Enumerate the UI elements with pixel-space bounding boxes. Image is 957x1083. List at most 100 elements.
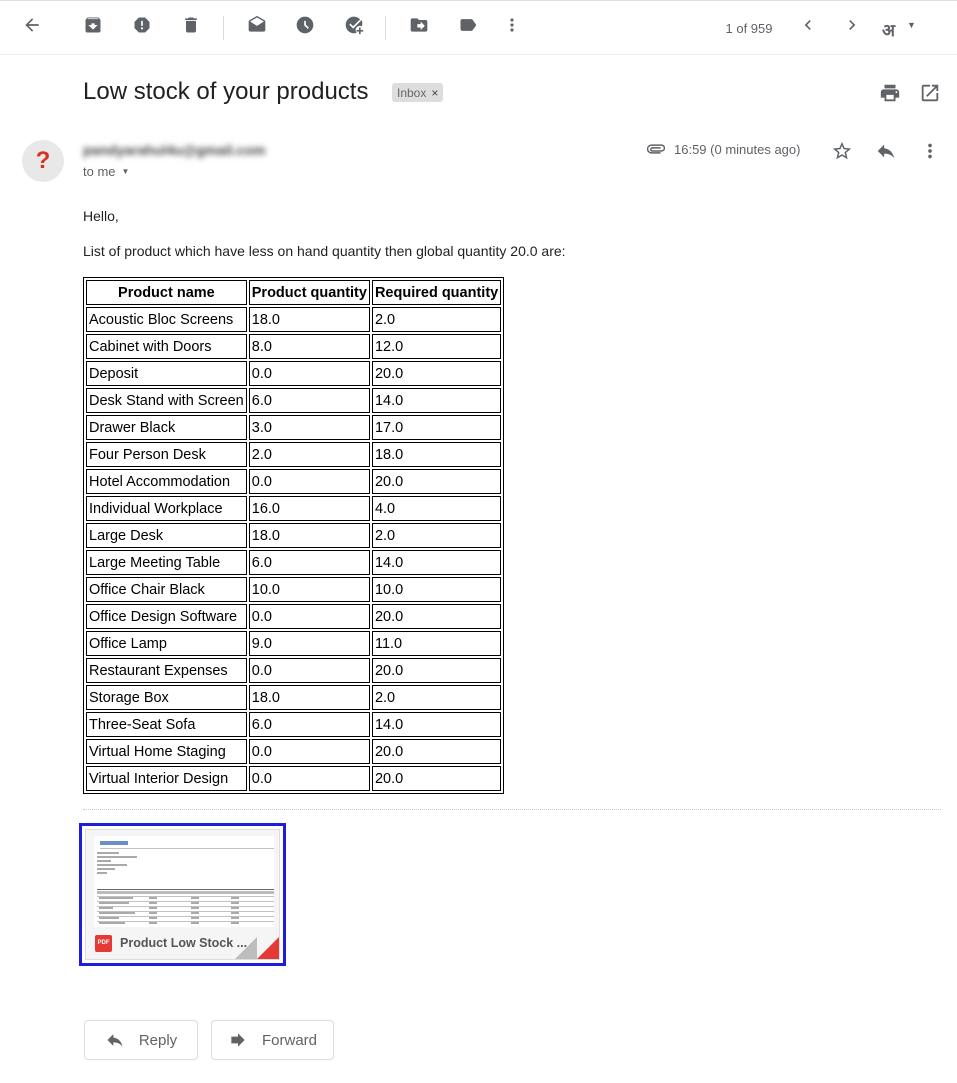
cell-product-quantity: 6.0 <box>248 550 370 575</box>
cell-required-quantity: 20.0 <box>371 469 502 494</box>
attachment-clip-icon <box>645 142 667 156</box>
move-to-icon[interactable] <box>405 11 433 39</box>
delete-icon[interactable] <box>177 11 205 39</box>
avatar[interactable]: ? <box>22 140 64 182</box>
unknown-sender-icon: ? <box>35 147 51 174</box>
cell-product-name: Three-Seat Sofa <box>86 712 247 737</box>
cell-required-quantity: 20.0 <box>371 604 502 629</box>
cell-product-quantity: 0.0 <box>248 739 370 764</box>
label-text: Inbox <box>397 85 427 100</box>
chevron-right-icon[interactable] <box>838 11 866 39</box>
reply-button[interactable]: Reply <box>84 1020 198 1060</box>
cell-product-quantity: 18.0 <box>248 523 370 548</box>
cell-product-quantity: 9.0 <box>248 631 370 656</box>
toolbar-separator <box>223 16 224 40</box>
table-row: Hotel Accommodation 0.0 20.0 <box>86 469 502 494</box>
email-subject: Low stock of your products <box>83 78 369 105</box>
table-row: Restaurant Expenses 0.0 20.0 <box>86 658 502 683</box>
cell-product-name: Hotel Accommodation <box>86 469 247 494</box>
pager-count: 1 of 959 <box>725 21 773 36</box>
table-row: Virtual Home Staging 0.0 20.0 <box>86 739 502 764</box>
reply-icon <box>107 1034 123 1047</box>
more-vert-icon[interactable] <box>498 11 526 39</box>
cell-required-quantity: 17.0 <box>371 415 502 440</box>
cell-product-quantity: 6.0 <box>248 712 370 737</box>
caret-down-icon: ▼ <box>121 167 130 176</box>
cell-required-quantity: 20.0 <box>371 739 502 764</box>
cell-product-name: Cabinet with Doors <box>86 334 247 359</box>
back-arrow-icon[interactable] <box>18 11 46 39</box>
cell-product-name: Office Design Software <box>86 604 247 629</box>
cell-product-name: Desk Stand with Screen <box>86 388 247 413</box>
attachment-thumbnail: PDF Product Low Stock ... <box>85 829 280 960</box>
archive-icon[interactable] <box>79 11 107 39</box>
cell-product-name: Office Chair Black <box>86 577 247 602</box>
cell-required-quantity: 11.0 <box>371 631 502 656</box>
cell-required-quantity: 4.0 <box>371 496 502 521</box>
cell-required-quantity: 10.0 <box>371 577 502 602</box>
pdf-corner-icon <box>257 937 279 959</box>
table-row: Four Person Desk 2.0 18.0 <box>86 442 502 467</box>
cell-required-quantity: 2.0 <box>371 523 502 548</box>
sender-email[interactable]: pandyarahul4u@gmail.com <box>83 142 265 158</box>
cell-required-quantity: 20.0 <box>371 361 502 386</box>
header-product-name: Product name <box>86 280 247 305</box>
table-row: Drawer Black 3.0 17.0 <box>86 415 502 440</box>
add-task-icon[interactable] <box>340 11 368 39</box>
cell-product-name: Virtual Interior Design <box>86 766 247 791</box>
cell-product-name: Large Desk <box>86 523 247 548</box>
attachments-divider <box>83 809 941 810</box>
inbox-label-chip: Inbox × <box>392 83 444 102</box>
pdf-preview-image <box>94 836 274 936</box>
table-row: Office Design Software 0.0 20.0 <box>86 604 502 629</box>
cell-product-name: Office Lamp <box>86 631 247 656</box>
recipients-toggle[interactable]: to me ▼ <box>83 164 129 179</box>
print-icon[interactable] <box>879 82 901 104</box>
cell-product-quantity: 3.0 <box>248 415 370 440</box>
star-icon[interactable] <box>830 139 854 163</box>
report-spam-icon[interactable] <box>128 11 156 39</box>
table-row: Large Desk 18.0 2.0 <box>86 523 502 548</box>
cell-product-quantity: 8.0 <box>248 334 370 359</box>
forward-button[interactable]: Forward <box>211 1020 334 1060</box>
cell-product-name: Drawer Black <box>86 415 247 440</box>
cell-product-quantity: 6.0 <box>248 388 370 413</box>
remove-label-icon[interactable]: × <box>431 86 438 100</box>
cell-product-quantity: 0.0 <box>248 766 370 791</box>
table-row: Office Chair Black 10.0 10.0 <box>86 577 502 602</box>
cell-required-quantity: 14.0 <box>371 550 502 575</box>
forward-label: Forward <box>261 1031 317 1049</box>
timestamp: 16:59 (0 minutes ago) <box>674 142 801 157</box>
caret-down-icon[interactable]: ▼ <box>907 20 916 30</box>
table-row: Deposit 0.0 20.0 <box>86 361 502 386</box>
snooze-clock-icon[interactable] <box>291 11 319 39</box>
table-row: Virtual Interior Design 0.0 20.0 <box>86 766 502 791</box>
cell-required-quantity: 2.0 <box>371 685 502 710</box>
label-icon[interactable] <box>454 11 482 39</box>
chevron-left-icon[interactable] <box>794 11 822 39</box>
low-stock-table: Product name Product quantity Required q… <box>83 277 505 794</box>
attachment-filename: Product Low Stock ... <box>120 936 248 950</box>
pdf-attachment-card[interactable]: PDF Product Low Stock ... <box>79 823 286 966</box>
cell-product-name: Individual Workplace <box>86 496 247 521</box>
reply-icon[interactable] <box>874 139 898 163</box>
to-me-text: to me <box>83 164 116 179</box>
cell-required-quantity: 14.0 <box>371 712 502 737</box>
open-new-window-icon[interactable] <box>919 82 941 104</box>
cell-required-quantity: 18.0 <box>371 442 502 467</box>
reply-label: Reply <box>138 1031 178 1049</box>
table-row: Large Meeting Table 6.0 14.0 <box>86 550 502 575</box>
cell-product-name: Large Meeting Table <box>86 550 247 575</box>
input-tools-button[interactable]: अ <box>882 18 895 41</box>
pdf-icon: PDF <box>95 934 112 952</box>
cell-product-quantity: 18.0 <box>248 685 370 710</box>
cell-product-name: Storage Box <box>86 685 247 710</box>
cell-product-quantity: 10.0 <box>248 577 370 602</box>
cell-product-name: Restaurant Expenses <box>86 658 247 683</box>
cell-product-quantity: 0.0 <box>248 658 370 683</box>
more-vert-icon[interactable] <box>918 139 942 163</box>
cell-product-name: Deposit <box>86 361 247 386</box>
mark-unread-icon[interactable] <box>243 11 271 39</box>
greeting-text: Hello, <box>83 208 119 224</box>
cell-product-name: Virtual Home Staging <box>86 739 247 764</box>
